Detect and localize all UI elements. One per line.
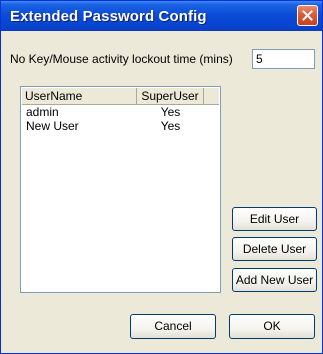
ok-button[interactable]: OK — [229, 314, 315, 339]
users-list-header: UserName SuperUser — [22, 88, 219, 105]
lockout-time-label: No Key/Mouse activity lockout time (mins… — [10, 52, 233, 66]
close-icon — [302, 10, 313, 21]
username-cell: admin — [26, 105, 59, 119]
table-row[interactable]: admin Yes — [22, 105, 204, 119]
superuser-cell: Yes — [160, 119, 181, 133]
cancel-button[interactable]: Cancel — [130, 314, 216, 339]
close-button[interactable] — [297, 5, 318, 26]
users-list[interactable]: UserName SuperUser admin Yes New User Ye… — [20, 86, 221, 293]
window-title: Extended Password Config — [10, 8, 207, 25]
edit-user-button[interactable]: Edit User — [232, 207, 317, 231]
username-cell: New User — [26, 119, 79, 133]
title-bar[interactable]: Extended Password Config — [1, 1, 322, 31]
lockout-time-input[interactable]: 5 — [252, 49, 315, 69]
column-header-username[interactable]: UserName — [22, 88, 137, 104]
extended-password-config-dialog: Extended Password Config No Key/Mouse ac… — [0, 0, 323, 354]
column-header-superuser[interactable]: SuperUser — [137, 88, 204, 104]
superuser-cell: Yes — [160, 105, 181, 119]
add-new-user-button[interactable]: Add New User — [232, 268, 317, 292]
delete-user-button[interactable]: Delete User — [232, 237, 317, 261]
table-row[interactable]: New User Yes — [22, 119, 204, 133]
